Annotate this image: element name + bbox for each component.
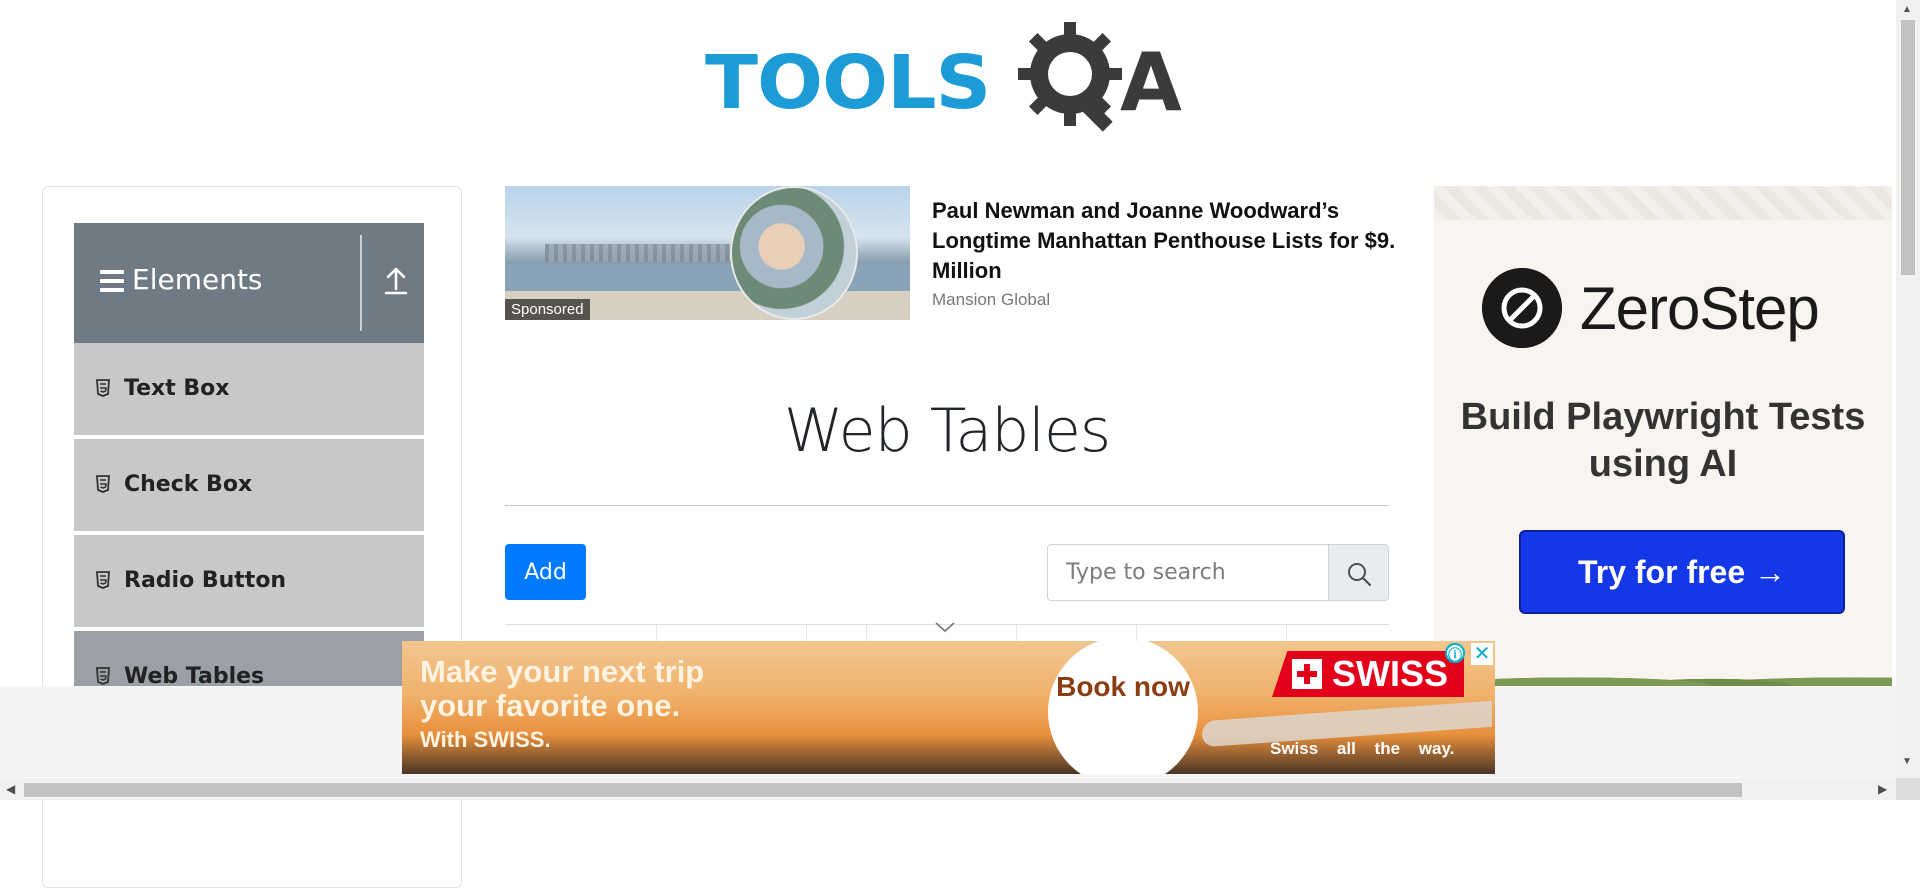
sidebar-item-label: Radio Button bbox=[124, 568, 287, 593]
title-divider bbox=[505, 505, 1389, 506]
vertical-scrollbar[interactable]: ▲ ▼ bbox=[1896, 0, 1920, 778]
scrollbar-corner bbox=[1896, 778, 1920, 800]
hamburger-icon bbox=[100, 270, 124, 294]
scroll-up-icon[interactable]: ▲ bbox=[1902, 4, 1912, 15]
sidebar-group-title: Elements bbox=[132, 263, 263, 296]
sponsored-article-image[interactable]: Sponsored bbox=[505, 186, 910, 320]
upload-icon[interactable] bbox=[374, 263, 418, 303]
html5-icon bbox=[96, 571, 110, 589]
logo-text-right: A bbox=[1120, 36, 1182, 129]
try-for-free-button[interactable]: Try for free → bbox=[1519, 530, 1845, 614]
ad-close-icon[interactable]: ✕ bbox=[1471, 643, 1493, 665]
html5-icon bbox=[96, 667, 110, 685]
add-button[interactable]: Add bbox=[505, 544, 586, 600]
horizontal-scrollbar-thumb[interactable] bbox=[24, 783, 1742, 797]
banner-headline-line1: Make your next trip bbox=[420, 654, 705, 689]
zerostep-tagline: Build Playwright Tests using AI bbox=[1460, 396, 1866, 485]
banner-headline-line2: your favorite one. bbox=[420, 688, 681, 723]
sidebar-item-label: Check Box bbox=[124, 472, 253, 497]
zerostep-ad[interactable]: ZeroStep Build Playwright Tests using AI… bbox=[1434, 186, 1892, 686]
search-group bbox=[1047, 544, 1389, 601]
sponsored-headline[interactable]: Paul Newman and Joanne Woodward’s Longti… bbox=[932, 196, 1442, 286]
swiss-banner-ad[interactable]: Make your next trip your favorite one. W… bbox=[402, 641, 1495, 774]
banner-headline: Make your next trip your favorite one. bbox=[420, 655, 704, 723]
sidebar-item-check-box[interactable]: Check Box bbox=[74, 439, 424, 533]
swiss-flag-icon bbox=[1292, 659, 1322, 689]
scroll-down-icon[interactable]: ▼ bbox=[1902, 756, 1912, 767]
page-title: Web Tables bbox=[783, 396, 1111, 466]
toolsqa-logo[interactable]: TOOLS A bbox=[705, 22, 1195, 137]
book-now-button[interactable]: Book now bbox=[1048, 641, 1198, 774]
chevron-down-icon[interactable] bbox=[934, 620, 956, 634]
sidebar-item-radio-button[interactable]: Radio Button bbox=[74, 535, 424, 629]
sponsored-article[interactable]: Sponsored Paul Newman and Joanne Woodwar… bbox=[505, 186, 1435, 322]
vertical-scrollbar-thumb[interactable] bbox=[1901, 20, 1915, 275]
logo-text-left: TOOLS bbox=[705, 40, 991, 126]
search-icon bbox=[1348, 563, 1372, 587]
ad-info-icon[interactable]: ⓘ bbox=[1445, 643, 1465, 663]
search-input[interactable] bbox=[1047, 544, 1329, 601]
sponsored-label: Sponsored bbox=[505, 299, 590, 320]
sidebar-item-label: Text Box bbox=[124, 376, 230, 401]
ad-scenery bbox=[1494, 666, 1892, 686]
portrait-image bbox=[730, 186, 858, 320]
html5-icon bbox=[96, 379, 110, 397]
scroll-right-icon[interactable]: ▶ bbox=[1878, 782, 1887, 796]
sidebar-group-divider bbox=[360, 235, 362, 331]
horizontal-scrollbar[interactable]: ◀ ▶ bbox=[0, 778, 1896, 800]
search-button[interactable] bbox=[1328, 544, 1389, 601]
sponsored-source: Mansion Global bbox=[932, 290, 1051, 309]
banner-subline: With SWISS. bbox=[420, 727, 551, 752]
zerostep-brand: ZeroStep bbox=[1580, 275, 1820, 342]
html5-icon bbox=[96, 475, 110, 493]
sidebar-group-elements[interactable]: Elements bbox=[74, 223, 424, 343]
scroll-left-icon[interactable]: ◀ bbox=[6, 782, 15, 796]
sidebar-item-text-box[interactable]: Text Box bbox=[74, 343, 424, 437]
banner-slogan: Swiss all the way. bbox=[1270, 739, 1455, 758]
zerostep-logo-icon bbox=[1482, 268, 1562, 348]
gear-magnifier-icon bbox=[1018, 22, 1122, 132]
